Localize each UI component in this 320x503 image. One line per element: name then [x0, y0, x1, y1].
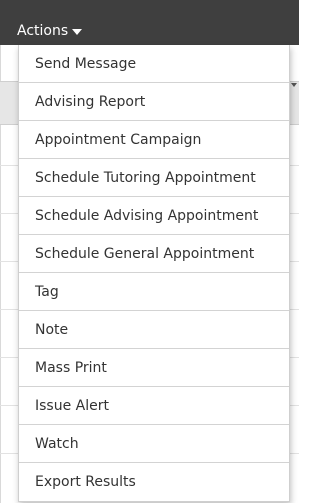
menu-item-send-message[interactable]: Send Message	[19, 45, 289, 83]
menu-item-issue-alert[interactable]: Issue Alert	[19, 387, 289, 425]
menu-item-tag[interactable]: Tag	[19, 273, 289, 311]
menu-item-watch[interactable]: Watch	[19, 425, 289, 463]
actions-button-label: Actions	[17, 23, 69, 39]
menu-item-schedule-advising-appointment[interactable]: Schedule Advising Appointment	[19, 197, 289, 235]
menu-item-schedule-tutoring-appointment[interactable]: Schedule Tutoring Appointment	[19, 159, 289, 197]
menu-item-appointment-campaign[interactable]: Appointment Campaign	[19, 121, 289, 159]
menu-item-schedule-general-appointment[interactable]: Schedule General Appointment	[19, 235, 289, 273]
top-toolbar: Actions	[0, 0, 299, 45]
menu-item-export-results[interactable]: Export Results	[19, 463, 289, 501]
sort-caret-icon[interactable]	[291, 83, 297, 87]
actions-dropdown-button[interactable]: Actions	[17, 22, 83, 40]
menu-item-note[interactable]: Note	[19, 311, 289, 349]
caret-down-icon	[72, 29, 83, 35]
menu-item-advising-report[interactable]: Advising Report	[19, 83, 289, 121]
actions-menu: Send Message Advising Report Appointment…	[18, 45, 290, 502]
menu-item-mass-print[interactable]: Mass Print	[19, 349, 289, 387]
